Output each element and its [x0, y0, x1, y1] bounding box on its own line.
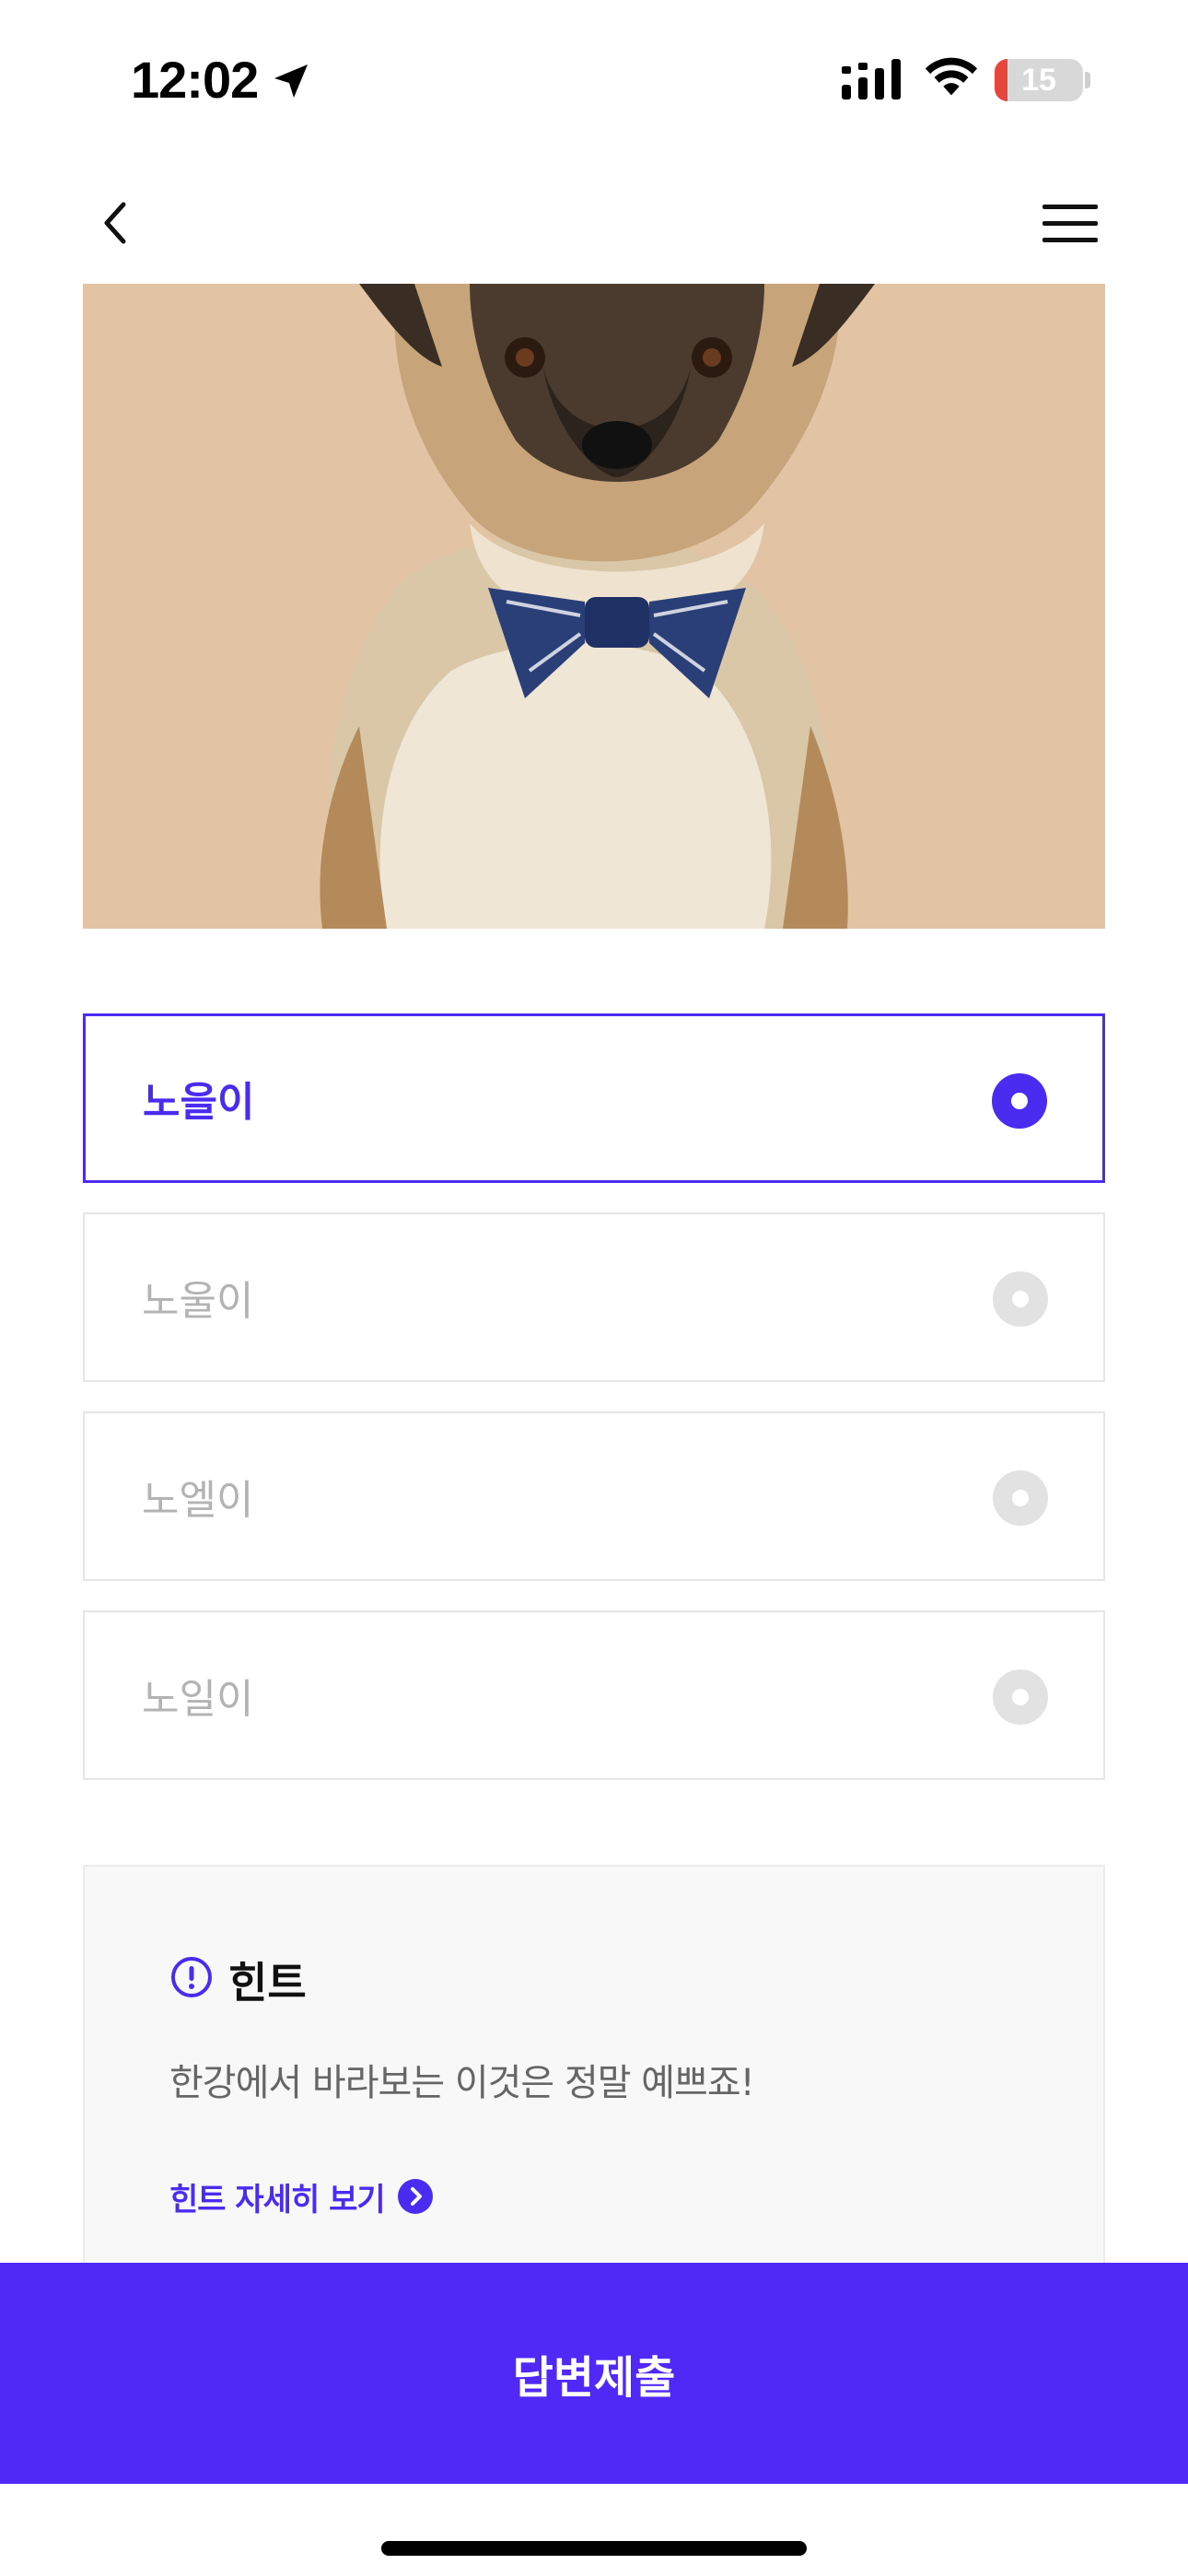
location-arrow-icon	[274, 64, 308, 98]
radio-selected-icon[interactable]	[992, 1073, 1047, 1129]
hamburger-menu-icon[interactable]	[1041, 201, 1100, 247]
answer-option-4[interactable]: 노일이	[83, 1610, 1105, 1780]
radio-unselected-icon[interactable]	[993, 1470, 1048, 1526]
radio-unselected-icon[interactable]	[993, 1669, 1048, 1725]
home-indicator[interactable]	[381, 2541, 807, 2556]
cellular-signal-icon	[842, 59, 901, 100]
answer-option-label: 노엘이	[142, 1477, 254, 1524]
battery-cap	[1085, 72, 1090, 88]
hint-title: 힌트	[228, 1958, 307, 2008]
battery-icon: 15	[995, 59, 1083, 101]
chevron-left-icon[interactable]	[88, 195, 144, 251]
answer-option-label: 노일이	[142, 1676, 254, 1723]
answer-option-label: 노울이	[142, 1278, 254, 1325]
hint-text: 한강에서 바라보는 이것은 정말 예쁘죠!	[169, 2062, 755, 2104]
submit-answer-button[interactable]: 답변제출	[0, 2263, 1188, 2484]
answer-option-1[interactable]: 노을이	[83, 1013, 1105, 1183]
hint-details-link-label: 힌트 자세히 보기	[169, 2181, 386, 2219]
chevron-right-circle-icon	[397, 2179, 433, 2214]
battery-level-label: 15	[1021, 62, 1056, 98]
dog-with-bow-tie-photo	[83, 284, 1105, 929]
answer-option-2[interactable]: 노울이	[83, 1212, 1105, 1382]
hint-details-link[interactable]: 힌트 자세히 보기	[169, 2171, 433, 2222]
dog-illustration	[83, 284, 1105, 929]
answer-option-label: 노을이	[143, 1079, 255, 1126]
hint-box: 힌트 한강에서 바라보는 이것은 정말 예쁘죠! 힌트 자세히 보기	[83, 1865, 1105, 2270]
answer-option-3[interactable]: 노엘이	[83, 1411, 1105, 1581]
radio-unselected-icon[interactable]	[993, 1271, 1048, 1327]
exclamation-circle-icon	[171, 1957, 212, 1997]
quiz-screen: 12:02 15 노을이 노울이 노엘이 노일이 힌트 한강에서 바라보는 이것…	[0, 0, 1188, 2576]
wifi-icon	[925, 57, 978, 96]
status-time: 12:02	[131, 51, 259, 109]
submit-answer-label: 답변제출	[512, 2352, 676, 2404]
status-bar: 12:02 15	[0, 0, 1188, 157]
